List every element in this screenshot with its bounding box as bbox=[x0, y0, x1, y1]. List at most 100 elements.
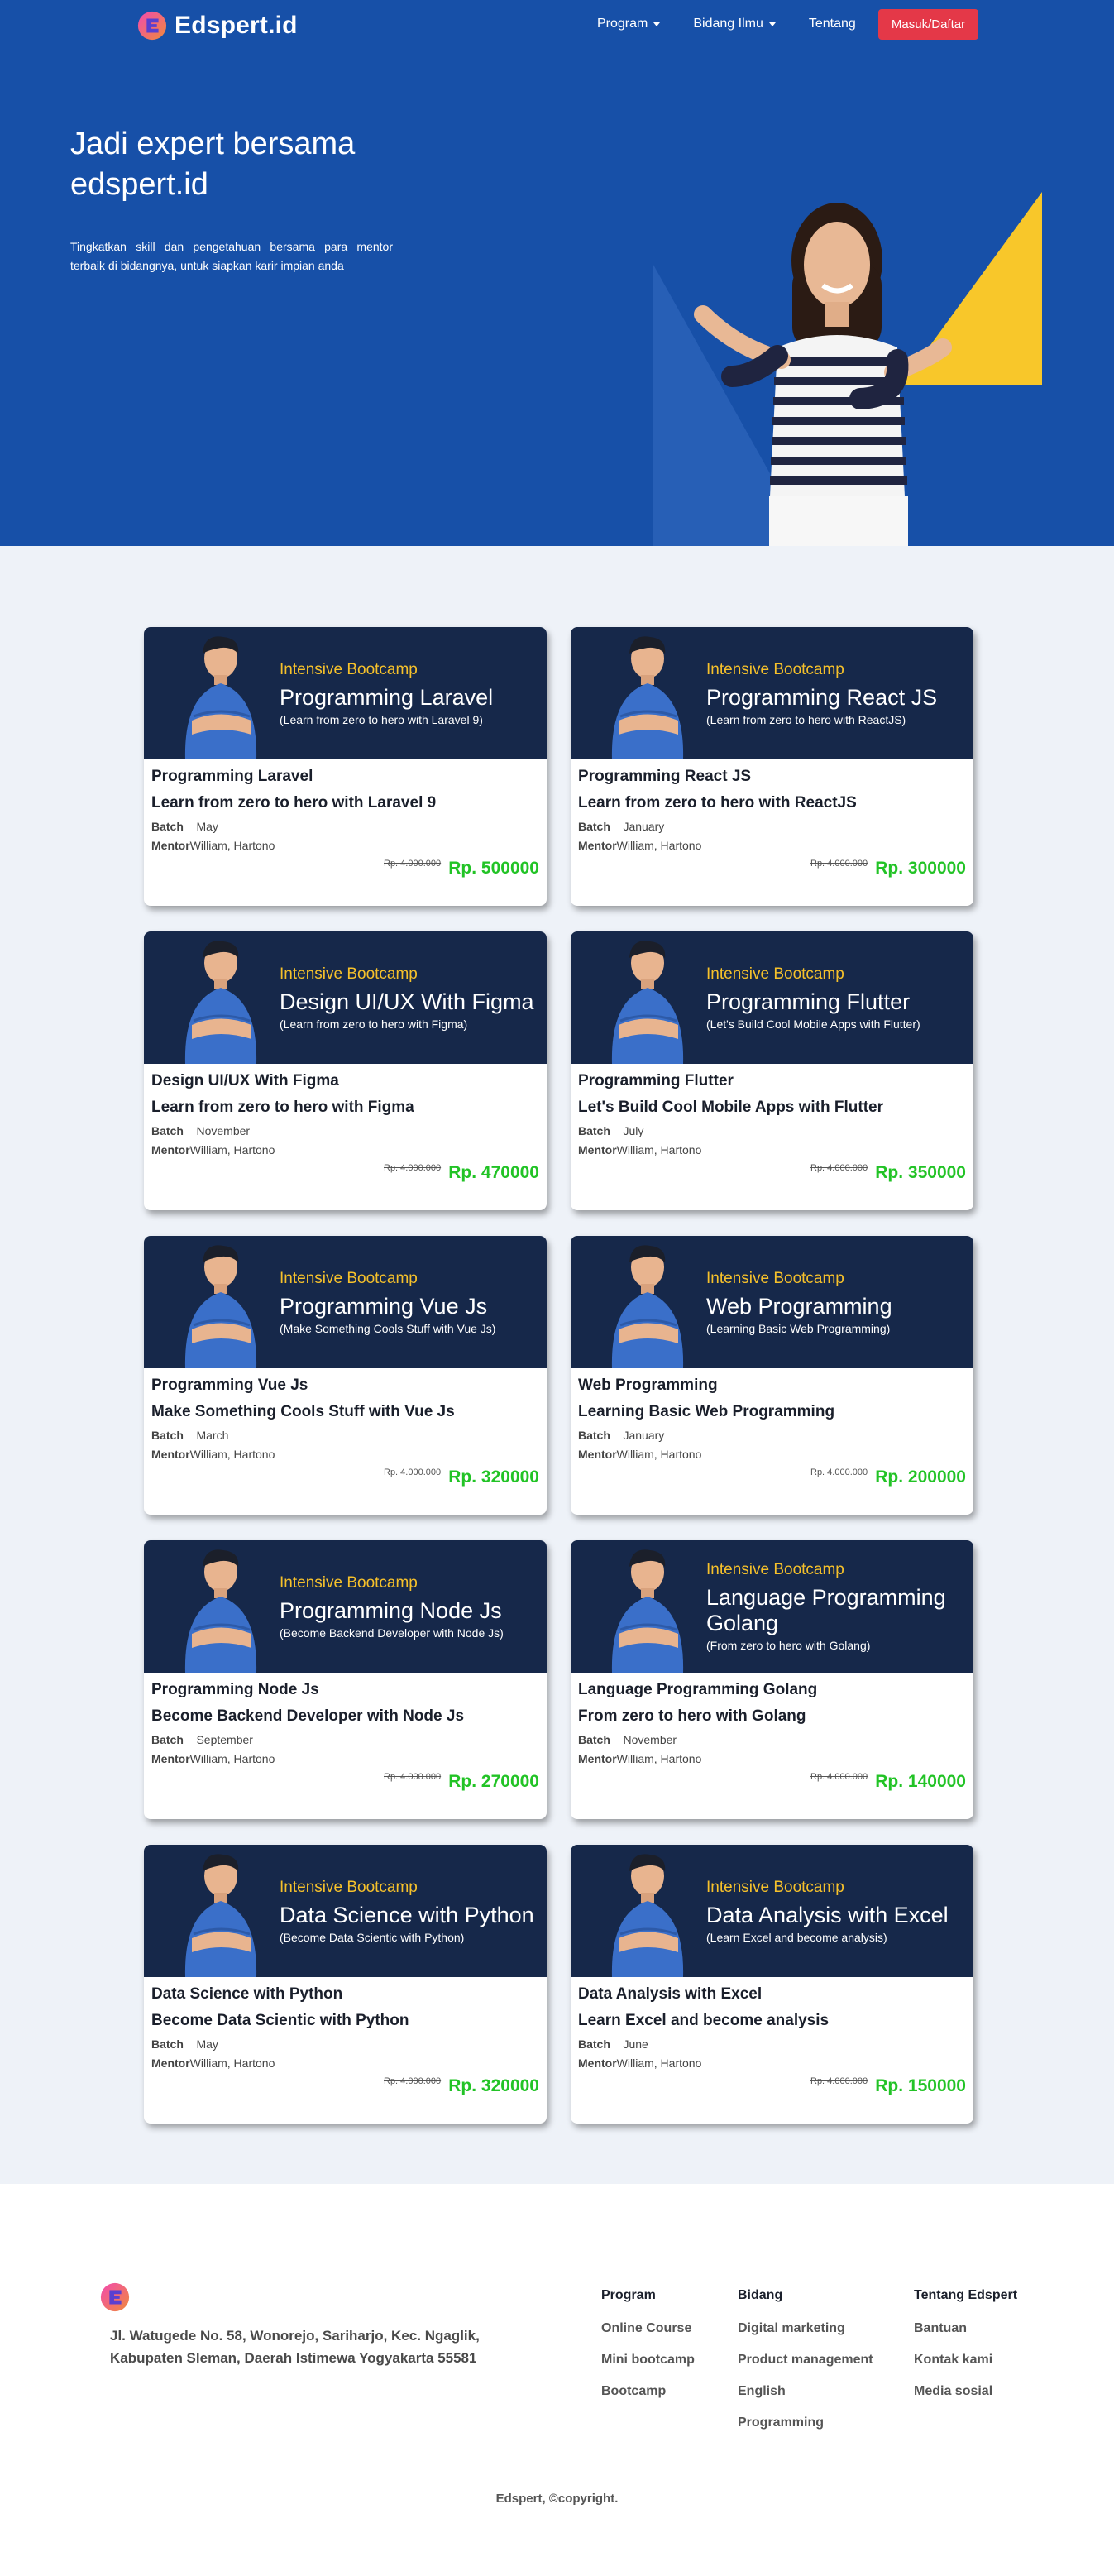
course-body: Programming React JS Learn from zero to h… bbox=[571, 759, 973, 906]
course-card[interactable]: Intensive Bootcamp Design UI/UX With Figm… bbox=[144, 931, 547, 1210]
banner-text: Intensive Bootcamp Data Science with Pyth… bbox=[280, 1845, 537, 1977]
course-name: Data Analysis with Excel bbox=[578, 1985, 763, 2003]
copyright: Edspert, ©copyright. bbox=[495, 2492, 619, 2506]
course-card[interactable]: Intensive Bootcamp Programming Node Js (Be… bbox=[144, 1540, 547, 1819]
banner-title: Programming Flutter bbox=[706, 989, 911, 1014]
mentor-value: William, Hartono bbox=[189, 1448, 275, 1461]
login-button[interactable]: Masuk/Daftar bbox=[878, 9, 978, 40]
footer-link-online-course[interactable]: Online Course bbox=[601, 2321, 695, 2336]
mentor-illustration-icon bbox=[611, 1854, 684, 1977]
course-name: Programming Laravel bbox=[151, 768, 313, 785]
old-price: Rp. 4.000.000 bbox=[810, 859, 868, 869]
banner-title: Language Programming Golang bbox=[706, 1585, 946, 1635]
course-mentor: MentorWilliam, Hartono bbox=[578, 1448, 966, 1462]
course-card[interactable]: Intensive Bootcamp Data Analysis with Exc… bbox=[571, 1845, 973, 2124]
batch-label: Batch bbox=[578, 2037, 610, 2051]
course-tag: Intensive Bootcamp bbox=[280, 965, 418, 983]
old-price: Rp. 4.000.000 bbox=[810, 1772, 868, 1782]
mentor-illustration-icon bbox=[184, 1854, 257, 1977]
footer-link-english[interactable]: English bbox=[738, 2384, 873, 2399]
mentor-value: William, Hartono bbox=[189, 1752, 275, 1765]
mentor-illustration-icon bbox=[611, 636, 684, 759]
batch-label: Batch bbox=[578, 1124, 610, 1137]
mentor-label: Mentor bbox=[151, 1143, 190, 1156]
course-card[interactable]: Intensive Bootcamp Programming Laravel (Le… bbox=[144, 627, 547, 906]
footer-link-mini-bootcamp[interactable]: Mini bootcamp bbox=[601, 2353, 695, 2368]
banner-title: Programming Laravel bbox=[280, 684, 494, 710]
batch-value: May bbox=[196, 820, 218, 833]
mentor-value: William, Hartono bbox=[189, 1143, 275, 1156]
nav-bidang-ilmu[interactable]: Bidang Ilmu bbox=[693, 17, 776, 31]
course-description: Become Data Scientic with Python bbox=[151, 2012, 409, 2029]
footer-link-product-management[interactable]: Product management bbox=[738, 2353, 873, 2368]
footer-link-media-sosial[interactable]: Media sosial bbox=[914, 2384, 1017, 2399]
banner-title: Data Analysis with Excel bbox=[706, 1902, 949, 1927]
course-tag: Intensive Bootcamp bbox=[706, 1878, 844, 1896]
banner-subtitle: (Learn from zero to hero with Figma) bbox=[280, 1017, 468, 1031]
batch-value: March bbox=[196, 1429, 229, 1442]
course-card[interactable]: Intensive Bootcamp Data Science with Pyth… bbox=[144, 1845, 547, 2124]
course-tag: Intensive Bootcamp bbox=[706, 1269, 844, 1287]
banner-subtitle: (Learning Basic Web Programming) bbox=[706, 1321, 891, 1335]
course-tag: Intensive Bootcamp bbox=[280, 1573, 418, 1592]
course-banner: Intensive Bootcamp Language Programming G… bbox=[571, 1540, 973, 1673]
mentor-illustration-icon bbox=[184, 1549, 257, 1673]
course-description: Learn from zero to hero with Laravel 9 bbox=[151, 794, 437, 812]
price: Rp. 350000 bbox=[875, 1163, 966, 1182]
course-list: Intensive Bootcamp Programming Laravel (Le… bbox=[0, 546, 1114, 2184]
banner-title: Web Programming bbox=[706, 1293, 892, 1319]
course-card[interactable]: Intensive Bootcamp Web Programming (Learni… bbox=[571, 1236, 973, 1515]
footer-col-title: Tentang Edspert bbox=[914, 2288, 1018, 2302]
course-card[interactable]: Intensive Bootcamp Programming React JS (L… bbox=[571, 627, 973, 906]
mentor-label: Mentor bbox=[578, 1448, 617, 1461]
course-mentor: MentorWilliam, Hartono bbox=[578, 1143, 966, 1157]
mentor-value: William, Hartono bbox=[189, 2056, 275, 2070]
course-name: Programming Vue Js bbox=[151, 1377, 308, 1394]
batch-value: June bbox=[623, 2037, 648, 2051]
hero-illustration bbox=[653, 192, 1042, 546]
nav-program-label: Program bbox=[597, 17, 648, 31]
course-tag: Intensive Bootcamp bbox=[280, 660, 418, 678]
banner-subtitle: (Learn from zero to hero with ReactJS) bbox=[706, 712, 906, 726]
course-batch: Batch March bbox=[151, 1429, 539, 1443]
price: Rp. 150000 bbox=[875, 2076, 966, 2095]
nav-program[interactable]: Program bbox=[597, 17, 661, 31]
course-name: Language Programming Golang bbox=[578, 1681, 818, 1698]
footer-link-programming[interactable]: Programming bbox=[738, 2416, 873, 2430]
mentor-illustration-icon bbox=[611, 1549, 684, 1673]
hero-title: Jadi expert bersama edspert.id bbox=[70, 127, 356, 202]
course-card[interactable]: Intensive Bootcamp Programming Flutter (Le… bbox=[571, 931, 973, 1210]
course-card[interactable]: Intensive Bootcamp Language Programming G… bbox=[571, 1540, 973, 1819]
course-tag: Intensive Bootcamp bbox=[280, 1269, 418, 1287]
footer-link-bantuan[interactable]: Bantuan bbox=[914, 2321, 1017, 2336]
batch-label: Batch bbox=[151, 820, 184, 833]
course-card[interactable]: Intensive Bootcamp Programming Vue Js (Mak… bbox=[144, 1236, 547, 1515]
course-banner: Intensive Bootcamp Programming Node Js (Be… bbox=[144, 1540, 547, 1673]
brand[interactable]: Edspert.id bbox=[136, 10, 298, 41]
footer-col-program: Program Online Course Mini bootcamp Boot… bbox=[601, 2288, 695, 2416]
hero-subtitle: Tingkatkan skill dan pengetahuan bersama… bbox=[70, 240, 393, 272]
course-name: Data Science with Python bbox=[151, 1985, 343, 2003]
banner-subtitle: (Let's Build Cool Mobile Apps with Flutt… bbox=[706, 1017, 920, 1031]
brand-name: Edspert.id bbox=[175, 12, 298, 39]
banner-subtitle: (Make Something Cools Stuff with Vue Js) bbox=[280, 1321, 496, 1335]
course-description: Become Backend Developer with Node Js bbox=[151, 1707, 465, 1725]
footer-link-bootcamp[interactable]: Bootcamp bbox=[601, 2384, 695, 2399]
footer-link-kontak-kami[interactable]: Kontak kami bbox=[914, 2353, 1017, 2368]
footer-link-digital-marketing[interactable]: Digital marketing bbox=[738, 2321, 873, 2336]
batch-label: Batch bbox=[151, 2037, 184, 2051]
footer-col-tentang: Tentang Edspert Bantuan Kontak kami Medi… bbox=[914, 2288, 1017, 2416]
course-body: Programming Node Js Become Backend Develo… bbox=[144, 1673, 547, 1819]
banner-text: Intensive Bootcamp Design UI/UX With Figm… bbox=[280, 931, 537, 1064]
course-banner: Intensive Bootcamp Programming Flutter (Le… bbox=[571, 931, 973, 1064]
course-body: Data Analysis with Excel Learn Excel and … bbox=[571, 1977, 973, 2124]
nav-tentang[interactable]: Tentang bbox=[809, 17, 856, 31]
batch-value: January bbox=[623, 820, 665, 833]
mentor-illustration-icon bbox=[184, 636, 257, 759]
course-description: Make Something Cools Stuff with Vue Js bbox=[151, 1403, 455, 1420]
old-price: Rp. 4.000.000 bbox=[810, 2076, 868, 2086]
course-body: Language Programming Golang From zero to … bbox=[571, 1673, 973, 1819]
mentor-value: William, Hartono bbox=[616, 1752, 702, 1765]
banner-text: Intensive Bootcamp Language Programming G… bbox=[706, 1540, 963, 1673]
mentor-value: William, Hartono bbox=[616, 1448, 702, 1461]
